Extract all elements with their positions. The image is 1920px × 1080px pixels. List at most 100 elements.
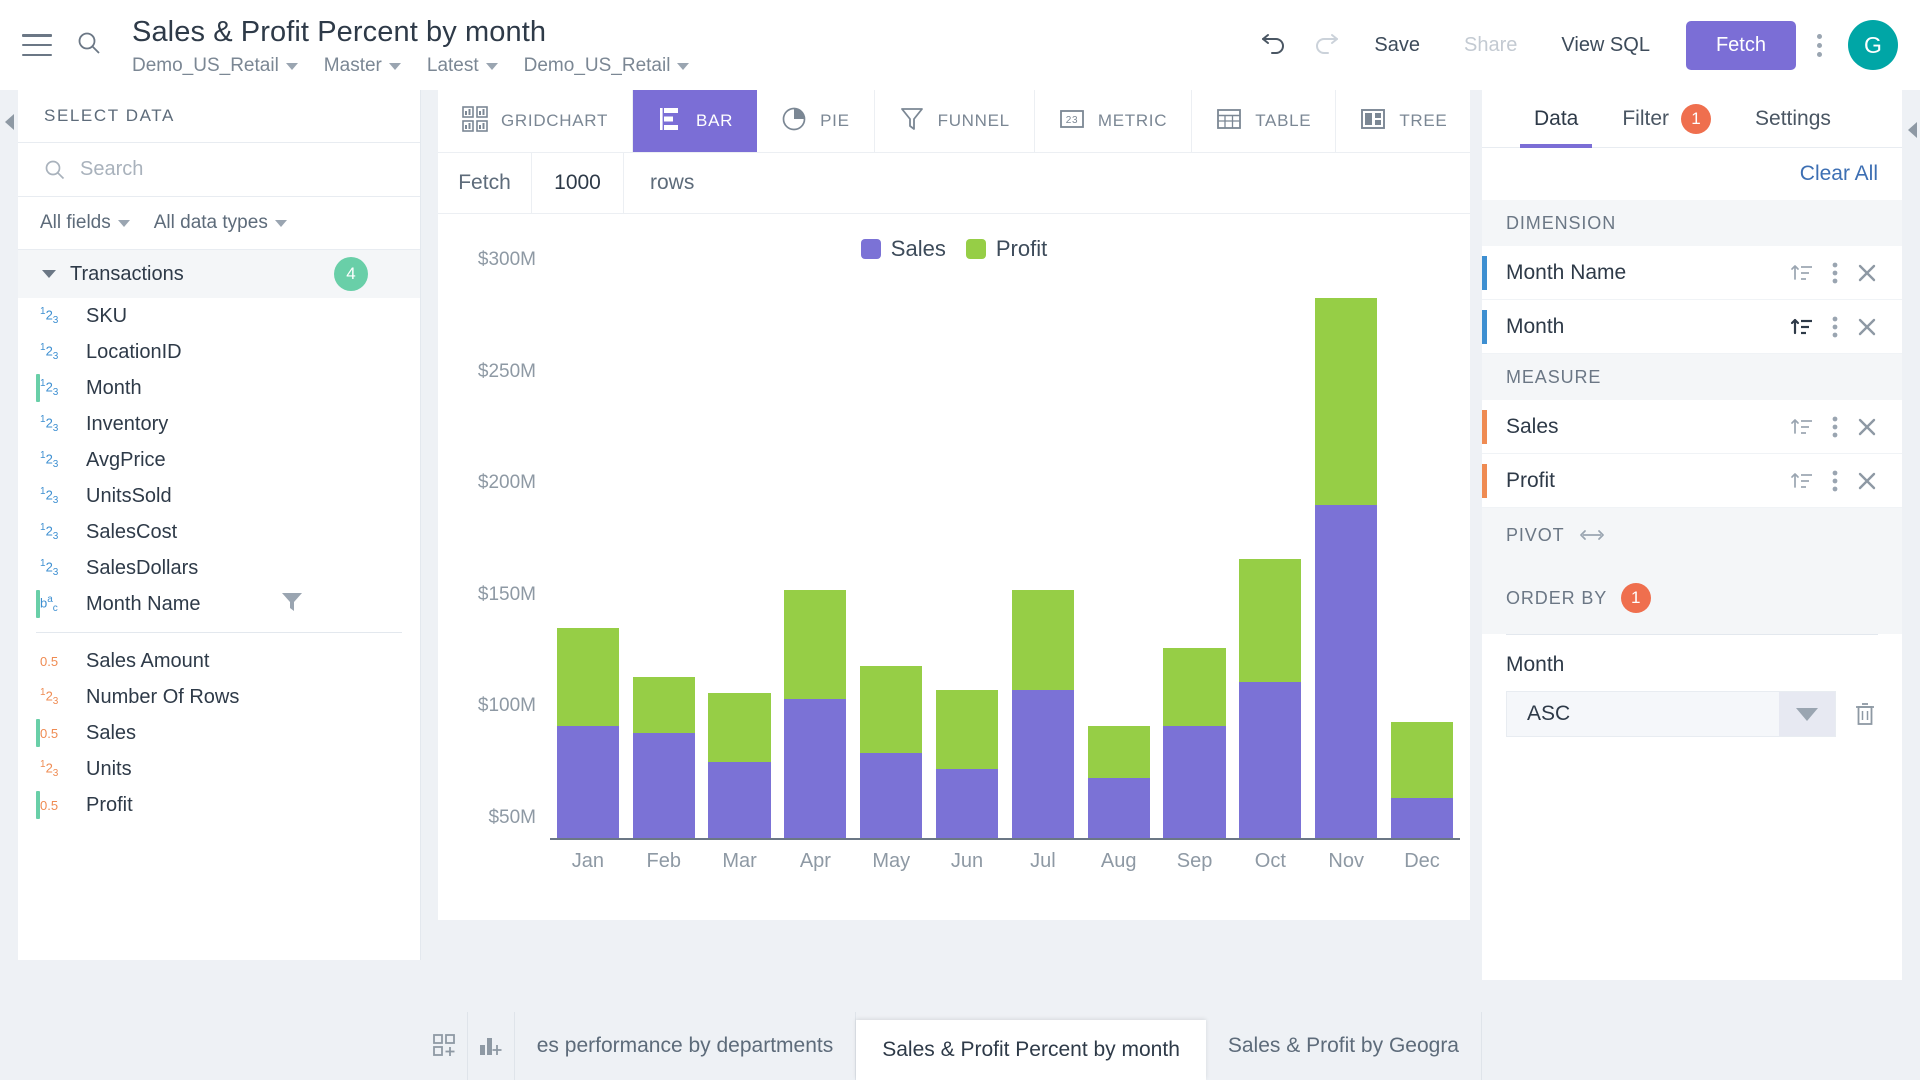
dimension-chip[interactable]: Month Name [1482, 246, 1902, 300]
field-item[interactable]: 0.5 Profit [18, 787, 420, 823]
field-item[interactable]: 0.5 Sales Amount [18, 643, 420, 679]
bar-segment-sales[interactable] [1239, 681, 1302, 840]
chevron-down-icon[interactable] [1779, 692, 1835, 736]
bar-segment-sales[interactable] [1011, 690, 1074, 840]
field-item[interactable]: 123 LocationID [18, 334, 420, 370]
field-item[interactable]: 0.5 Sales [18, 715, 420, 751]
bar-column[interactable]: Jun [929, 282, 1005, 872]
kebab-menu-icon[interactable] [1832, 261, 1838, 285]
sort-icon[interactable] [1790, 415, 1814, 439]
field-item[interactable]: bac Month Name [18, 586, 420, 622]
kebab-menu-icon[interactable] [1832, 315, 1838, 339]
close-icon[interactable] [1856, 470, 1878, 492]
field-item[interactable]: 123 SalesCost [18, 514, 420, 550]
bar-segment-profit[interactable] [860, 665, 923, 753]
chart-type-tab-bar[interactable]: BAR [633, 90, 758, 152]
hamburger-icon[interactable] [22, 34, 52, 56]
bar-segment-sales[interactable] [708, 761, 771, 840]
bar-column[interactable]: Dec [1384, 282, 1460, 872]
bar-column[interactable]: Aug [1081, 282, 1157, 872]
order-by-direction-select[interactable]: ASC [1506, 691, 1836, 737]
fetch-button[interactable]: Fetch [1685, 20, 1796, 70]
bar-segment-profit[interactable] [632, 677, 695, 733]
bar-column[interactable]: Oct [1232, 282, 1308, 872]
bar-segment-profit[interactable] [1087, 726, 1150, 778]
bar-segment-sales[interactable] [860, 752, 923, 840]
fetch-rows-label[interactable]: Fetch [438, 153, 532, 213]
all-data-types-dropdown[interactable]: All data types [154, 212, 287, 234]
legend-item[interactable]: Sales [860, 236, 946, 262]
add-chart-icon[interactable] [468, 1012, 515, 1080]
chart-type-tab-gridchart[interactable]: GRIDCHART [438, 90, 634, 152]
bar-column[interactable]: Nov [1308, 282, 1384, 872]
chart-type-tab-pie[interactable]: PIE [757, 90, 875, 152]
bar-column[interactable]: Jul [1005, 282, 1081, 872]
field-item[interactable]: 123 Units [18, 751, 420, 787]
kebab-menu-icon[interactable] [1796, 33, 1842, 57]
bar-column[interactable]: Feb [626, 282, 702, 872]
close-icon[interactable] [1856, 316, 1878, 338]
bar-column[interactable]: Sep [1157, 282, 1233, 872]
worksheet-tab[interactable]: Sales & Profit Percent by month [856, 1020, 1206, 1080]
chart-type-tab-metric[interactable]: 23 METRIC [1035, 90, 1193, 152]
bar-column[interactable]: May [853, 282, 929, 872]
bar-column[interactable]: Apr [777, 282, 853, 872]
bar-segment-profit[interactable] [1011, 590, 1074, 691]
trash-icon[interactable] [1852, 700, 1878, 728]
bar-column[interactable]: Mar [702, 282, 778, 872]
field-item[interactable]: 123 SKU [18, 298, 420, 334]
breadcrumb-item-dataset[interactable]: Demo_US_Retail [524, 55, 690, 77]
breadcrumb-item-version[interactable]: Latest [427, 55, 498, 77]
field-item[interactable]: 123 Inventory [18, 406, 420, 442]
chart-type-tab-tree[interactable]: TREE [1336, 90, 1470, 152]
fetch-rows-input[interactable]: 1000 [532, 153, 624, 213]
field-item[interactable]: 123 AvgPrice [18, 442, 420, 478]
all-fields-dropdown[interactable]: All fields [40, 212, 130, 234]
bar-segment-sales[interactable] [1163, 726, 1226, 840]
field-item[interactable]: 123 UnitsSold [18, 478, 420, 514]
kebab-menu-icon[interactable] [1832, 415, 1838, 439]
measure-chip[interactable]: Profit [1482, 454, 1902, 508]
kebab-menu-icon[interactable] [1832, 469, 1838, 493]
config-tab-settings[interactable]: Settings [1733, 90, 1853, 148]
bar-segment-sales[interactable] [1390, 797, 1454, 840]
bar-segment-profit[interactable] [556, 627, 619, 727]
bar-segment-sales[interactable] [632, 732, 695, 840]
bar-segment-profit[interactable] [1239, 558, 1302, 682]
config-tab-filter[interactable]: Filter 1 [1600, 90, 1733, 148]
close-icon[interactable] [1856, 262, 1878, 284]
legend-item[interactable]: Profit [965, 236, 1047, 262]
bar-segment-sales[interactable] [1315, 505, 1378, 840]
chart-type-tab-funnel[interactable]: FUNNEL [875, 90, 1035, 152]
collapse-right-panel-button[interactable] [1906, 120, 1920, 140]
close-icon[interactable] [1856, 416, 1878, 438]
bar-segment-sales[interactable] [784, 699, 847, 840]
clear-all-button[interactable]: Clear All [1482, 148, 1902, 200]
field-item[interactable]: 123 Month [18, 370, 420, 406]
worksheet-tab[interactable]: es performance by departments [515, 1012, 857, 1080]
worksheet-tab[interactable]: Sales & Profit by Geogra [1206, 1012, 1482, 1080]
bar-segment-sales[interactable] [1087, 777, 1150, 840]
pivot-section[interactable]: PIVOT [1482, 508, 1902, 562]
save-button[interactable]: Save [1352, 34, 1442, 57]
bar-segment-profit[interactable] [1390, 721, 1454, 798]
breadcrumb-item-worksheet[interactable]: Demo_US_Retail [132, 55, 298, 77]
field-item[interactable]: 123 Number Of Rows [18, 679, 420, 715]
bar-segment-sales[interactable] [935, 768, 999, 840]
chart-type-tab-table[interactable]: TABLE [1192, 90, 1337, 152]
collapse-left-panel-button[interactable] [2, 112, 18, 132]
bar-segment-profit[interactable] [1315, 297, 1378, 506]
dimension-chip[interactable]: Month [1482, 300, 1902, 354]
filter-funnel-icon[interactable] [280, 590, 304, 619]
sort-icon[interactable] [1790, 469, 1814, 493]
sort-icon[interactable] [1790, 315, 1814, 339]
add-board-icon[interactable] [422, 1012, 469, 1080]
bar-segment-profit[interactable] [784, 590, 847, 700]
field-item[interactable]: 123 SalesDollars [18, 550, 420, 586]
view-sql-button[interactable]: View SQL [1539, 34, 1672, 57]
bar-segment-profit[interactable] [935, 690, 999, 769]
config-tab-data[interactable]: Data [1512, 90, 1600, 148]
bar-segment-sales[interactable] [556, 726, 619, 840]
search-icon[interactable] [76, 30, 102, 61]
share-button[interactable]: Share [1442, 34, 1539, 57]
